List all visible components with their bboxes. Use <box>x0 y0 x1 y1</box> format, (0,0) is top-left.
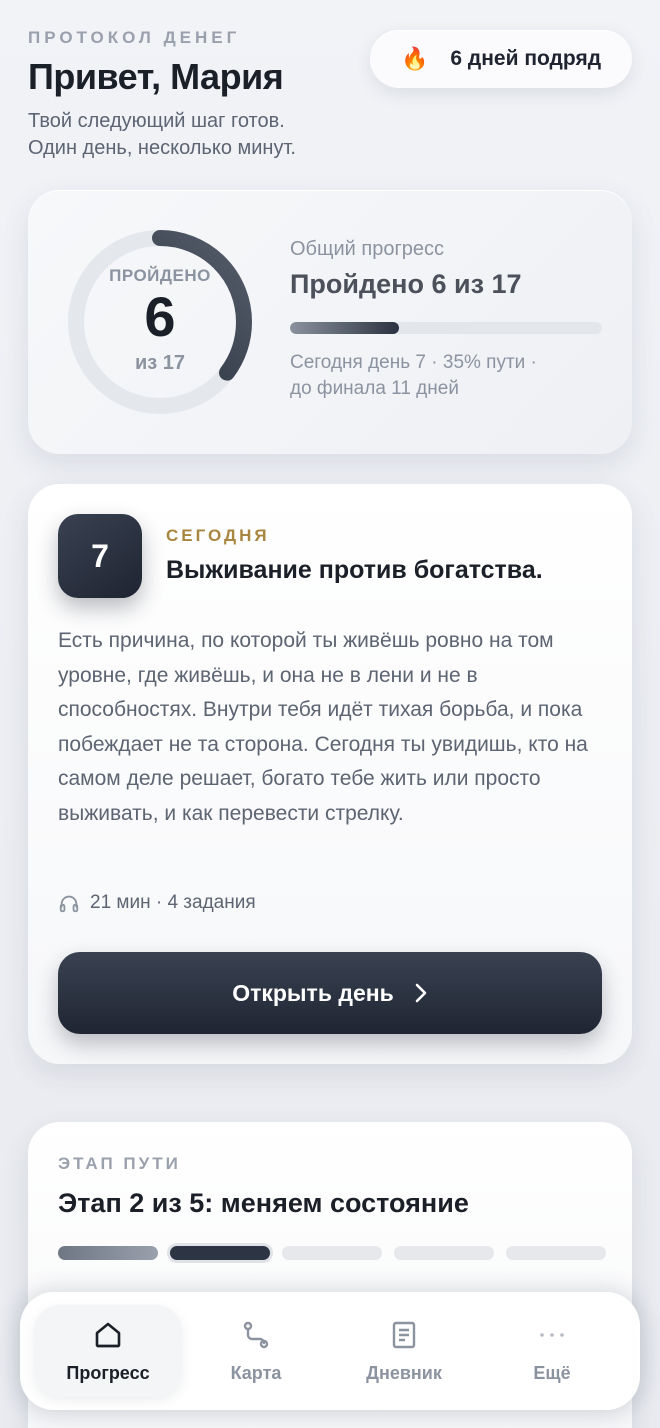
headphones-icon <box>59 895 79 913</box>
streak-label: 6 дней подряд <box>450 47 602 70</box>
progress-meta-line-1: Сегодня день 7 · 35% пути · <box>290 352 537 373</box>
progress-label: Общий прогресс <box>290 238 444 260</box>
tab-label: Прогресс <box>66 1362 150 1383</box>
ring-label: ПРОЙДЕНО <box>109 266 211 285</box>
tab-label: Дневник <box>366 1362 442 1383</box>
tab-label: Ещё <box>533 1362 571 1383</box>
journal-icon <box>392 1321 416 1348</box>
tab-label: Карта <box>230 1362 282 1383</box>
tab-progress[interactable]: Прогресс <box>34 1305 182 1397</box>
greeting-subtitle: Твой следующий шаг готов. Один день, нес… <box>28 108 632 162</box>
tab-journal[interactable]: Дневник <box>330 1305 478 1397</box>
progress-meta: Сегодня день 7 · 35% пути · до финала 11… <box>290 350 610 402</box>
ring-completed-count: 6 <box>144 285 176 348</box>
progress-bar-fill <box>290 322 400 334</box>
stage-segment <box>394 1246 494 1260</box>
overall-progress-card[interactable]: ПРОЙДЕНО 6 из 17 Общий прогресс Пройдено… <box>28 190 632 454</box>
more-icon <box>540 1332 564 1337</box>
open-day-button-label: Открыть день <box>232 979 394 1006</box>
header: ПРОТОКОЛ ДЕНЕГ Привет, Мария Твой следую… <box>28 28 632 162</box>
tab-map[interactable]: Карта <box>182 1305 330 1397</box>
route-icon <box>243 1321 269 1348</box>
today-tag: СЕГОДНЯ <box>166 526 270 545</box>
today-meta: 21 мин · 4 задания <box>58 892 256 914</box>
stage-segments <box>58 1246 606 1260</box>
ring-total-label: из 17 <box>134 352 186 374</box>
subtitle-line-1: Твой следующий шаг готов. <box>28 110 285 132</box>
day-number-badge: 7 <box>58 514 142 598</box>
today-card: 7 СЕГОДНЯ Выживание против богатства. Ес… <box>28 484 632 1064</box>
progress-title: Пройдено 6 из 17 <box>290 269 522 299</box>
stage-title: Этап 2 из 5: меняем состояние <box>58 1188 469 1218</box>
stage-segment <box>506 1246 606 1260</box>
progress-meta-line-2: до финала 11 дней <box>290 378 459 399</box>
home-icon <box>95 1322 121 1347</box>
progress-info: Общий прогресс Пройдено 6 из 17 Сегодня … <box>290 238 610 402</box>
open-day-button[interactable]: Открыть день <box>58 952 602 1034</box>
today-meta-text: 21 мин · 4 задания <box>90 892 256 913</box>
bottom-tab-bar: Прогресс Карта Дневник Ещё <box>20 1292 640 1410</box>
streak-badge[interactable]: 🔥 6 дней подряд <box>370 30 632 88</box>
chevron-right-icon <box>415 983 427 1003</box>
fire-icon: 🔥 <box>400 46 429 71</box>
subtitle-line-2: Один день, несколько минут. <box>28 137 296 159</box>
stage-segment <box>282 1246 382 1260</box>
tab-more[interactable]: Ещё <box>478 1305 626 1397</box>
today-description: Есть причина, по которой ты живёшь ровно… <box>58 629 588 825</box>
today-title: Выживание против богатства. <box>166 556 543 584</box>
progress-ring-text: ПРОЙДЕНО 6 из 17 <box>64 226 256 418</box>
stage-tag: ЭТАП ПУТИ <box>58 1154 181 1173</box>
progress-bar <box>290 322 602 334</box>
stage-segment <box>170 1246 270 1260</box>
stage-segment <box>58 1246 158 1260</box>
